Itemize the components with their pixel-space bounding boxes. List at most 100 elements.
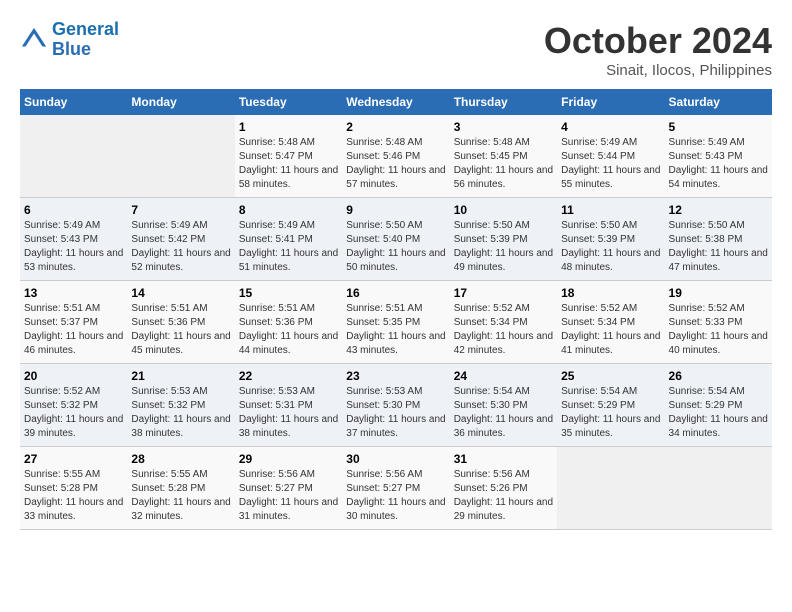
weekday-header: Monday <box>127 89 234 115</box>
day-info: Sunrise: 5:55 AM Sunset: 5:28 PM Dayligh… <box>131 468 230 524</box>
day-info: Sunrise: 5:53 AM Sunset: 5:30 PM Dayligh… <box>346 385 445 441</box>
day-info: Sunrise: 5:52 AM Sunset: 5:34 PM Dayligh… <box>561 302 660 358</box>
day-number: 17 <box>454 286 553 300</box>
day-number: 4 <box>561 120 660 134</box>
day-info: Sunrise: 5:48 AM Sunset: 5:46 PM Dayligh… <box>346 136 445 192</box>
day-info: Sunrise: 5:53 AM Sunset: 5:32 PM Dayligh… <box>131 385 230 441</box>
day-info: Sunrise: 5:52 AM Sunset: 5:33 PM Dayligh… <box>669 302 768 358</box>
day-number: 9 <box>346 203 445 217</box>
day-info: Sunrise: 5:50 AM Sunset: 5:39 PM Dayligh… <box>561 219 660 275</box>
calendar-cell: 27 Sunrise: 5:55 AM Sunset: 5:28 PM Dayli… <box>20 447 127 530</box>
calendar-table: SundayMondayTuesdayWednesdayThursdayFrid… <box>20 89 772 530</box>
calendar-cell <box>557 447 664 530</box>
day-number: 1 <box>239 120 338 134</box>
logo-text: General Blue <box>52 20 119 60</box>
weekday-header: Saturday <box>665 89 772 115</box>
day-number: 27 <box>24 452 123 466</box>
day-number: 7 <box>131 203 230 217</box>
day-number: 26 <box>669 369 768 383</box>
day-info: Sunrise: 5:49 AM Sunset: 5:41 PM Dayligh… <box>239 219 338 275</box>
calendar-cell: 20 Sunrise: 5:52 AM Sunset: 5:32 PM Dayli… <box>20 364 127 447</box>
day-number: 23 <box>346 369 445 383</box>
calendar-cell: 19 Sunrise: 5:52 AM Sunset: 5:33 PM Dayli… <box>665 281 772 364</box>
calendar-cell: 13 Sunrise: 5:51 AM Sunset: 5:37 PM Dayli… <box>20 281 127 364</box>
day-info: Sunrise: 5:49 AM Sunset: 5:44 PM Dayligh… <box>561 136 660 192</box>
day-number: 22 <box>239 369 338 383</box>
calendar-cell: 16Sunrise: 5:51 AM Sunset: 5:35 PM Dayli… <box>342 281 449 364</box>
calendar-cell: 26Sunrise: 5:54 AM Sunset: 5:29 PM Dayli… <box>665 364 772 447</box>
day-info: Sunrise: 5:51 AM Sunset: 5:36 PM Dayligh… <box>239 302 338 358</box>
day-info: Sunrise: 5:50 AM Sunset: 5:38 PM Dayligh… <box>669 219 768 275</box>
day-info: Sunrise: 5:56 AM Sunset: 5:27 PM Dayligh… <box>239 468 338 524</box>
calendar-cell: 6 Sunrise: 5:49 AM Sunset: 5:43 PM Daylig… <box>20 198 127 281</box>
calendar-week-row: 1 Sunrise: 5:48 AM Sunset: 5:47 PM Daylig… <box>20 115 772 198</box>
weekday-header: Wednesday <box>342 89 449 115</box>
day-number: 31 <box>454 452 553 466</box>
day-info: Sunrise: 5:48 AM Sunset: 5:45 PM Dayligh… <box>454 136 553 192</box>
calendar-week-row: 13 Sunrise: 5:51 AM Sunset: 5:37 PM Dayli… <box>20 281 772 364</box>
day-info: Sunrise: 5:51 AM Sunset: 5:37 PM Dayligh… <box>24 302 123 358</box>
day-info: Sunrise: 5:54 AM Sunset: 5:30 PM Dayligh… <box>454 385 553 441</box>
calendar-cell: 28 Sunrise: 5:55 AM Sunset: 5:28 PM Dayli… <box>127 447 234 530</box>
day-info: Sunrise: 5:56 AM Sunset: 5:27 PM Dayligh… <box>346 468 445 524</box>
day-number: 10 <box>454 203 553 217</box>
day-info: Sunrise: 5:50 AM Sunset: 5:39 PM Dayligh… <box>454 219 553 275</box>
day-info: Sunrise: 5:48 AM Sunset: 5:47 PM Dayligh… <box>239 136 338 192</box>
calendar-cell <box>665 447 772 530</box>
calendar-cell: 31 Sunrise: 5:56 AM Sunset: 5:26 PM Dayli… <box>450 447 557 530</box>
day-info: Sunrise: 5:51 AM Sunset: 5:36 PM Dayligh… <box>131 302 230 358</box>
day-number: 14 <box>131 286 230 300</box>
calendar-week-row: 20 Sunrise: 5:52 AM Sunset: 5:32 PM Dayli… <box>20 364 772 447</box>
calendar-cell: 23 Sunrise: 5:53 AM Sunset: 5:30 PM Dayli… <box>342 364 449 447</box>
calendar-cell: 2 Sunrise: 5:48 AM Sunset: 5:46 PM Daylig… <box>342 115 449 198</box>
day-info: Sunrise: 5:50 AM Sunset: 5:40 PM Dayligh… <box>346 219 445 275</box>
calendar-cell: 8 Sunrise: 5:49 AM Sunset: 5:41 PM Daylig… <box>235 198 342 281</box>
day-info: Sunrise: 5:56 AM Sunset: 5:26 PM Dayligh… <box>454 468 553 524</box>
day-info: Sunrise: 5:49 AM Sunset: 5:43 PM Dayligh… <box>669 136 768 192</box>
calendar-cell <box>20 115 127 198</box>
day-number: 28 <box>131 452 230 466</box>
day-info: Sunrise: 5:49 AM Sunset: 5:43 PM Dayligh… <box>24 219 123 275</box>
day-info: Sunrise: 5:52 AM Sunset: 5:32 PM Dayligh… <box>24 385 123 441</box>
day-info: Sunrise: 5:49 AM Sunset: 5:42 PM Dayligh… <box>131 219 230 275</box>
calendar-cell: 22 Sunrise: 5:53 AM Sunset: 5:31 PM Dayli… <box>235 364 342 447</box>
day-number: 25 <box>561 369 660 383</box>
calendar-cell: 3 Sunrise: 5:48 AM Sunset: 5:45 PM Daylig… <box>450 115 557 198</box>
day-info: Sunrise: 5:55 AM Sunset: 5:28 PM Dayligh… <box>24 468 123 524</box>
day-info: Sunrise: 5:54 AM Sunset: 5:29 PM Dayligh… <box>561 385 660 441</box>
calendar-cell: 18 Sunrise: 5:52 AM Sunset: 5:34 PM Dayli… <box>557 281 664 364</box>
calendar-cell: 1 Sunrise: 5:48 AM Sunset: 5:47 PM Daylig… <box>235 115 342 198</box>
calendar-cell: 21 Sunrise: 5:53 AM Sunset: 5:32 PM Dayli… <box>127 364 234 447</box>
day-number: 19 <box>669 286 768 300</box>
logo-icon <box>20 26 48 54</box>
day-number: 2 <box>346 120 445 134</box>
day-number: 3 <box>454 120 553 134</box>
weekday-header: Thursday <box>450 89 557 115</box>
day-number: 8 <box>239 203 338 217</box>
calendar-cell: 30 Sunrise: 5:56 AM Sunset: 5:27 PM Dayli… <box>342 447 449 530</box>
calendar-cell: 25 Sunrise: 5:54 AM Sunset: 5:29 PM Dayli… <box>557 364 664 447</box>
day-number: 30 <box>346 452 445 466</box>
day-number: 20 <box>24 369 123 383</box>
day-number: 12 <box>669 203 768 217</box>
location-subtitle: Sinait, Ilocos, Philippines <box>544 62 772 79</box>
day-number: 6 <box>24 203 123 217</box>
month-title: October 2024 <box>544 20 772 62</box>
calendar-week-row: 27 Sunrise: 5:55 AM Sunset: 5:28 PM Dayli… <box>20 447 772 530</box>
weekday-header: Tuesday <box>235 89 342 115</box>
calendar-cell: 24Sunrise: 5:54 AM Sunset: 5:30 PM Dayli… <box>450 364 557 447</box>
day-number: 16 <box>346 286 445 300</box>
day-number: 13 <box>24 286 123 300</box>
weekday-header: Friday <box>557 89 664 115</box>
day-number: 5 <box>669 120 768 134</box>
day-info: Sunrise: 5:53 AM Sunset: 5:31 PM Dayligh… <box>239 385 338 441</box>
calendar-cell: 5 Sunrise: 5:49 AM Sunset: 5:43 PM Daylig… <box>665 115 772 198</box>
calendar-week-row: 6 Sunrise: 5:49 AM Sunset: 5:43 PM Daylig… <box>20 198 772 281</box>
title-block: October 2024 Sinait, Ilocos, Philippines <box>544 20 772 79</box>
calendar-cell: 4 Sunrise: 5:49 AM Sunset: 5:44 PM Daylig… <box>557 115 664 198</box>
day-number: 21 <box>131 369 230 383</box>
day-number: 18 <box>561 286 660 300</box>
day-number: 29 <box>239 452 338 466</box>
calendar-cell: 7 Sunrise: 5:49 AM Sunset: 5:42 PM Daylig… <box>127 198 234 281</box>
calendar-cell: 14 Sunrise: 5:51 AM Sunset: 5:36 PM Dayli… <box>127 281 234 364</box>
